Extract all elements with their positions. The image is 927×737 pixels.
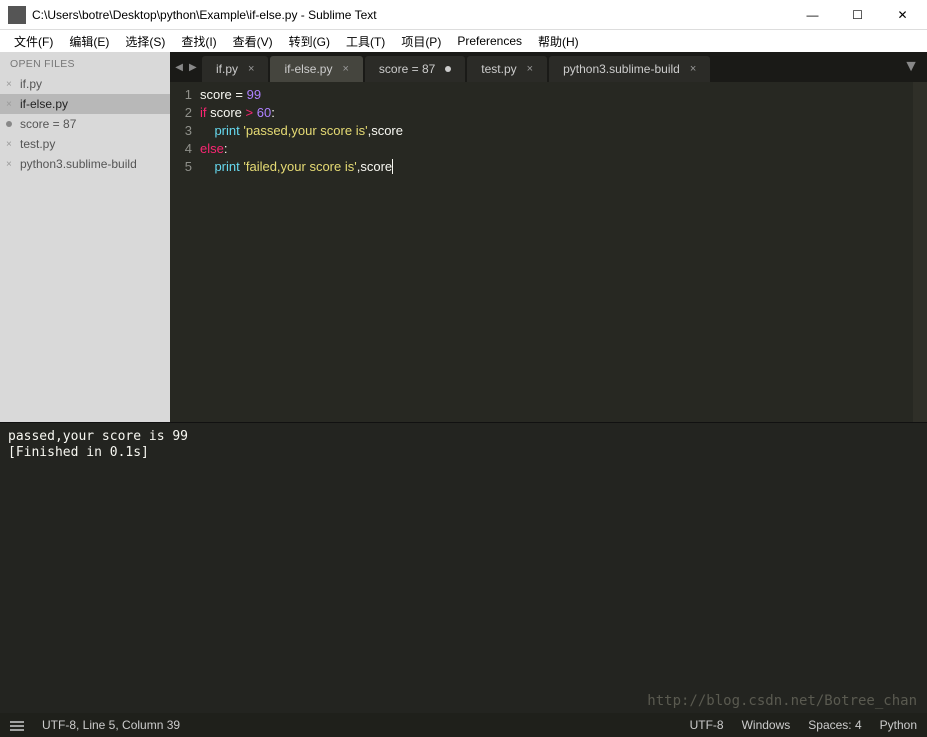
tab-label: if.py [216,62,238,76]
file-name: test.py [20,137,55,151]
token: score [371,123,403,138]
line-number: 4 [170,140,192,158]
token: > [242,105,257,120]
editor-scrollbar[interactable] [913,82,927,422]
minimize-button[interactable]: — [790,1,835,29]
code-content[interactable]: score = 99if score > 60: print 'passed,y… [200,82,913,422]
menu-preferences[interactable]: Preferences [449,32,530,50]
open-file-item[interactable]: × if-else.py [0,94,170,114]
tab-label: python3.sublime-build [563,62,680,76]
file-name: score = 87 [20,117,76,131]
tab[interactable]: python3.sublime-build × [549,56,710,82]
status-syntax[interactable]: Python [880,718,917,732]
menu-tools[interactable]: 工具(T) [338,31,393,52]
editor-area: ◀ ▶ if.py × if-else.py × score = 87 test… [170,52,927,422]
window-title: C:\Users\botre\Desktop\python\Example\if… [32,8,790,22]
close-icon[interactable]: × [6,99,12,110]
menu-project[interactable]: 项目(P) [393,31,449,52]
window-controls: — ☐ ✕ [790,1,925,29]
status-position[interactable]: UTF-8, Line 5, Column 39 [42,718,180,732]
open-file-item[interactable]: × if.py [0,74,170,94]
token: 'failed,your score is' [243,159,356,174]
line-number-gutter: 1 2 3 4 5 [170,82,200,422]
code-editor[interactable]: 1 2 3 4 5 score = 99if score > 60: print… [170,82,927,422]
menu-edit[interactable]: 编辑(E) [61,31,117,52]
workspace: OPEN FILES × if.py × if-else.py score = … [0,52,927,737]
token: score [200,87,232,102]
menu-help[interactable]: 帮助(H) [530,31,587,52]
tab-forward-icon[interactable]: ▶ [187,62,199,73]
close-icon[interactable]: × [342,63,348,75]
open-file-item[interactable]: score = 87 [0,114,170,134]
tab-back-icon[interactable]: ◀ [173,62,185,73]
open-file-item[interactable]: × python3.sublime-build [0,154,170,174]
token: print [214,123,239,138]
menu-icon[interactable] [10,720,24,730]
token [200,123,214,138]
tab-overflow[interactable]: ▼ [712,52,927,82]
build-output-console[interactable]: passed,your score is 99 [Finished in 0.1… [0,422,927,713]
file-name: python3.sublime-build [20,157,137,171]
token: 'passed,your score is' [243,123,367,138]
app-icon [8,6,26,24]
file-name: if.py [20,77,42,91]
tab[interactable]: test.py × [467,56,547,82]
token [200,159,214,174]
menu-select[interactable]: 选择(S) [117,31,173,52]
menu-view[interactable]: 查看(V) [225,31,281,52]
maximize-button[interactable]: ☐ [835,1,880,29]
token: score [210,105,242,120]
menu-find[interactable]: 查找(I) [173,31,224,52]
status-line-endings[interactable]: Windows [742,718,791,732]
tab[interactable]: score = 87 [365,56,465,82]
token: 60 [257,105,271,120]
menu-file[interactable]: 文件(F) [6,31,61,52]
token: 99 [247,87,261,102]
upper-pane: OPEN FILES × if.py × if-else.py score = … [0,52,927,422]
tab[interactable]: if-else.py × [270,56,362,82]
tabbar: ◀ ▶ if.py × if-else.py × score = 87 test… [170,52,927,82]
close-icon[interactable]: × [690,63,696,75]
close-icon[interactable]: × [527,63,533,75]
statusbar: UTF-8, Line 5, Column 39 UTF-8 Windows S… [0,713,927,737]
sidebar: OPEN FILES × if.py × if-else.py score = … [0,52,170,422]
open-file-item[interactable]: × test.py [0,134,170,154]
line-number: 1 [170,86,192,104]
tab-label: if-else.py [284,62,332,76]
file-name: if-else.py [20,97,68,111]
sidebar-header: OPEN FILES [0,52,170,74]
dirty-dot-icon [445,66,451,72]
menu-goto[interactable]: 转到(G) [281,31,338,52]
tab[interactable]: if.py × [202,56,268,82]
status-encoding[interactable]: UTF-8 [690,718,724,732]
close-icon[interactable]: × [6,159,12,170]
close-button[interactable]: ✕ [880,1,925,29]
line-number: 2 [170,104,192,122]
titlebar: C:\Users\botre\Desktop\python\Example\if… [0,0,927,30]
tab-label: score = 87 [379,62,435,76]
close-icon[interactable]: × [6,139,12,150]
menubar: 文件(F) 编辑(E) 选择(S) 查找(I) 查看(V) 转到(G) 工具(T… [0,30,927,52]
token: score [360,159,393,174]
line-number: 5 [170,158,192,176]
token: print [214,159,239,174]
status-indentation[interactable]: Spaces: 4 [808,718,861,732]
close-icon[interactable]: × [6,79,12,90]
dirty-dot-icon [6,121,12,127]
close-icon[interactable]: × [248,63,254,75]
token: : [224,141,228,156]
line-number: 3 [170,122,192,140]
token: else [200,141,224,156]
token: = [232,87,247,102]
tab-label: test.py [481,62,516,76]
token: : [271,105,275,120]
tab-history-arrows: ◀ ▶ [170,52,202,82]
